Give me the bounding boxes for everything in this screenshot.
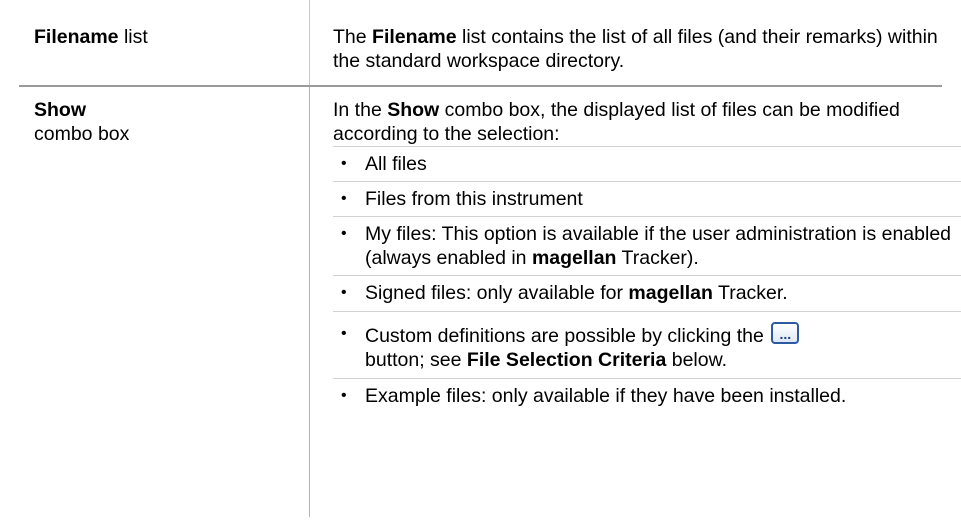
- list-item-text: below.: [666, 349, 728, 371]
- desc-text: The: [333, 26, 373, 48]
- description-cell: The Filename list contains the list of a…: [309, 0, 961, 85]
- list-item: • Example files: only available if they …: [333, 378, 961, 413]
- bullet-icon: •: [341, 225, 347, 242]
- term-cell: Filename list: [19, 0, 309, 85]
- desc-bold: Filename: [372, 26, 457, 48]
- list-item-text: Tracker.: [712, 282, 788, 304]
- list-item-text: Files from this instrument: [365, 188, 583, 210]
- options-list: • All files • Files from this instrument…: [333, 146, 961, 413]
- list-item: • All files: [333, 146, 961, 181]
- list-item-text: button; see: [365, 349, 467, 371]
- list-item: • Signed files: only available for magel…: [333, 275, 961, 311]
- list-item-text: Example files: only available if they ha…: [365, 385, 847, 407]
- term-bold: Show: [34, 99, 86, 121]
- list-item-text: Custom definitions are possible by click…: [365, 325, 770, 347]
- term-line2: combo box: [34, 123, 130, 145]
- bullet-icon: •: [341, 155, 347, 172]
- desc-bold: Show: [387, 99, 440, 121]
- bullet-icon: •: [341, 190, 347, 207]
- list-item-bold: magellan: [531, 247, 617, 269]
- table-row: Filename list The Filename list contains…: [19, 0, 961, 85]
- description-cell: In the Show combo box, the displayed lis…: [309, 87, 961, 517]
- term-bold: Filename: [34, 26, 119, 48]
- term-rest: list: [118, 26, 148, 48]
- list-item: • Files from this instrument: [333, 181, 961, 216]
- ellipsis-button-icon: ...: [771, 322, 800, 344]
- table-row: Show combo box In the Show combo box, th…: [19, 87, 961, 517]
- list-item-text: Tracker).: [616, 247, 699, 269]
- definition-table: Filename list The Filename list contains…: [19, 0, 961, 517]
- list-item-text: Signed files: only available for: [365, 282, 629, 304]
- bullet-icon: •: [341, 284, 347, 301]
- list-item: • My files: This option is available if …: [333, 216, 961, 275]
- list-item-bold: File Selection Criteria: [466, 349, 667, 371]
- list-item-text: All files: [365, 153, 427, 175]
- list-item-bold: magellan: [628, 282, 713, 304]
- ellipsis-label: ...: [779, 326, 792, 342]
- list-item: • Custom definitions are possible by cli…: [333, 311, 961, 378]
- bullet-icon: •: [341, 325, 347, 342]
- desc-intro: In the Show combo box, the displayed lis…: [333, 98, 961, 146]
- desc-text: In the: [333, 99, 388, 121]
- term-cell: Show combo box: [19, 87, 309, 517]
- bullet-icon: •: [341, 387, 347, 404]
